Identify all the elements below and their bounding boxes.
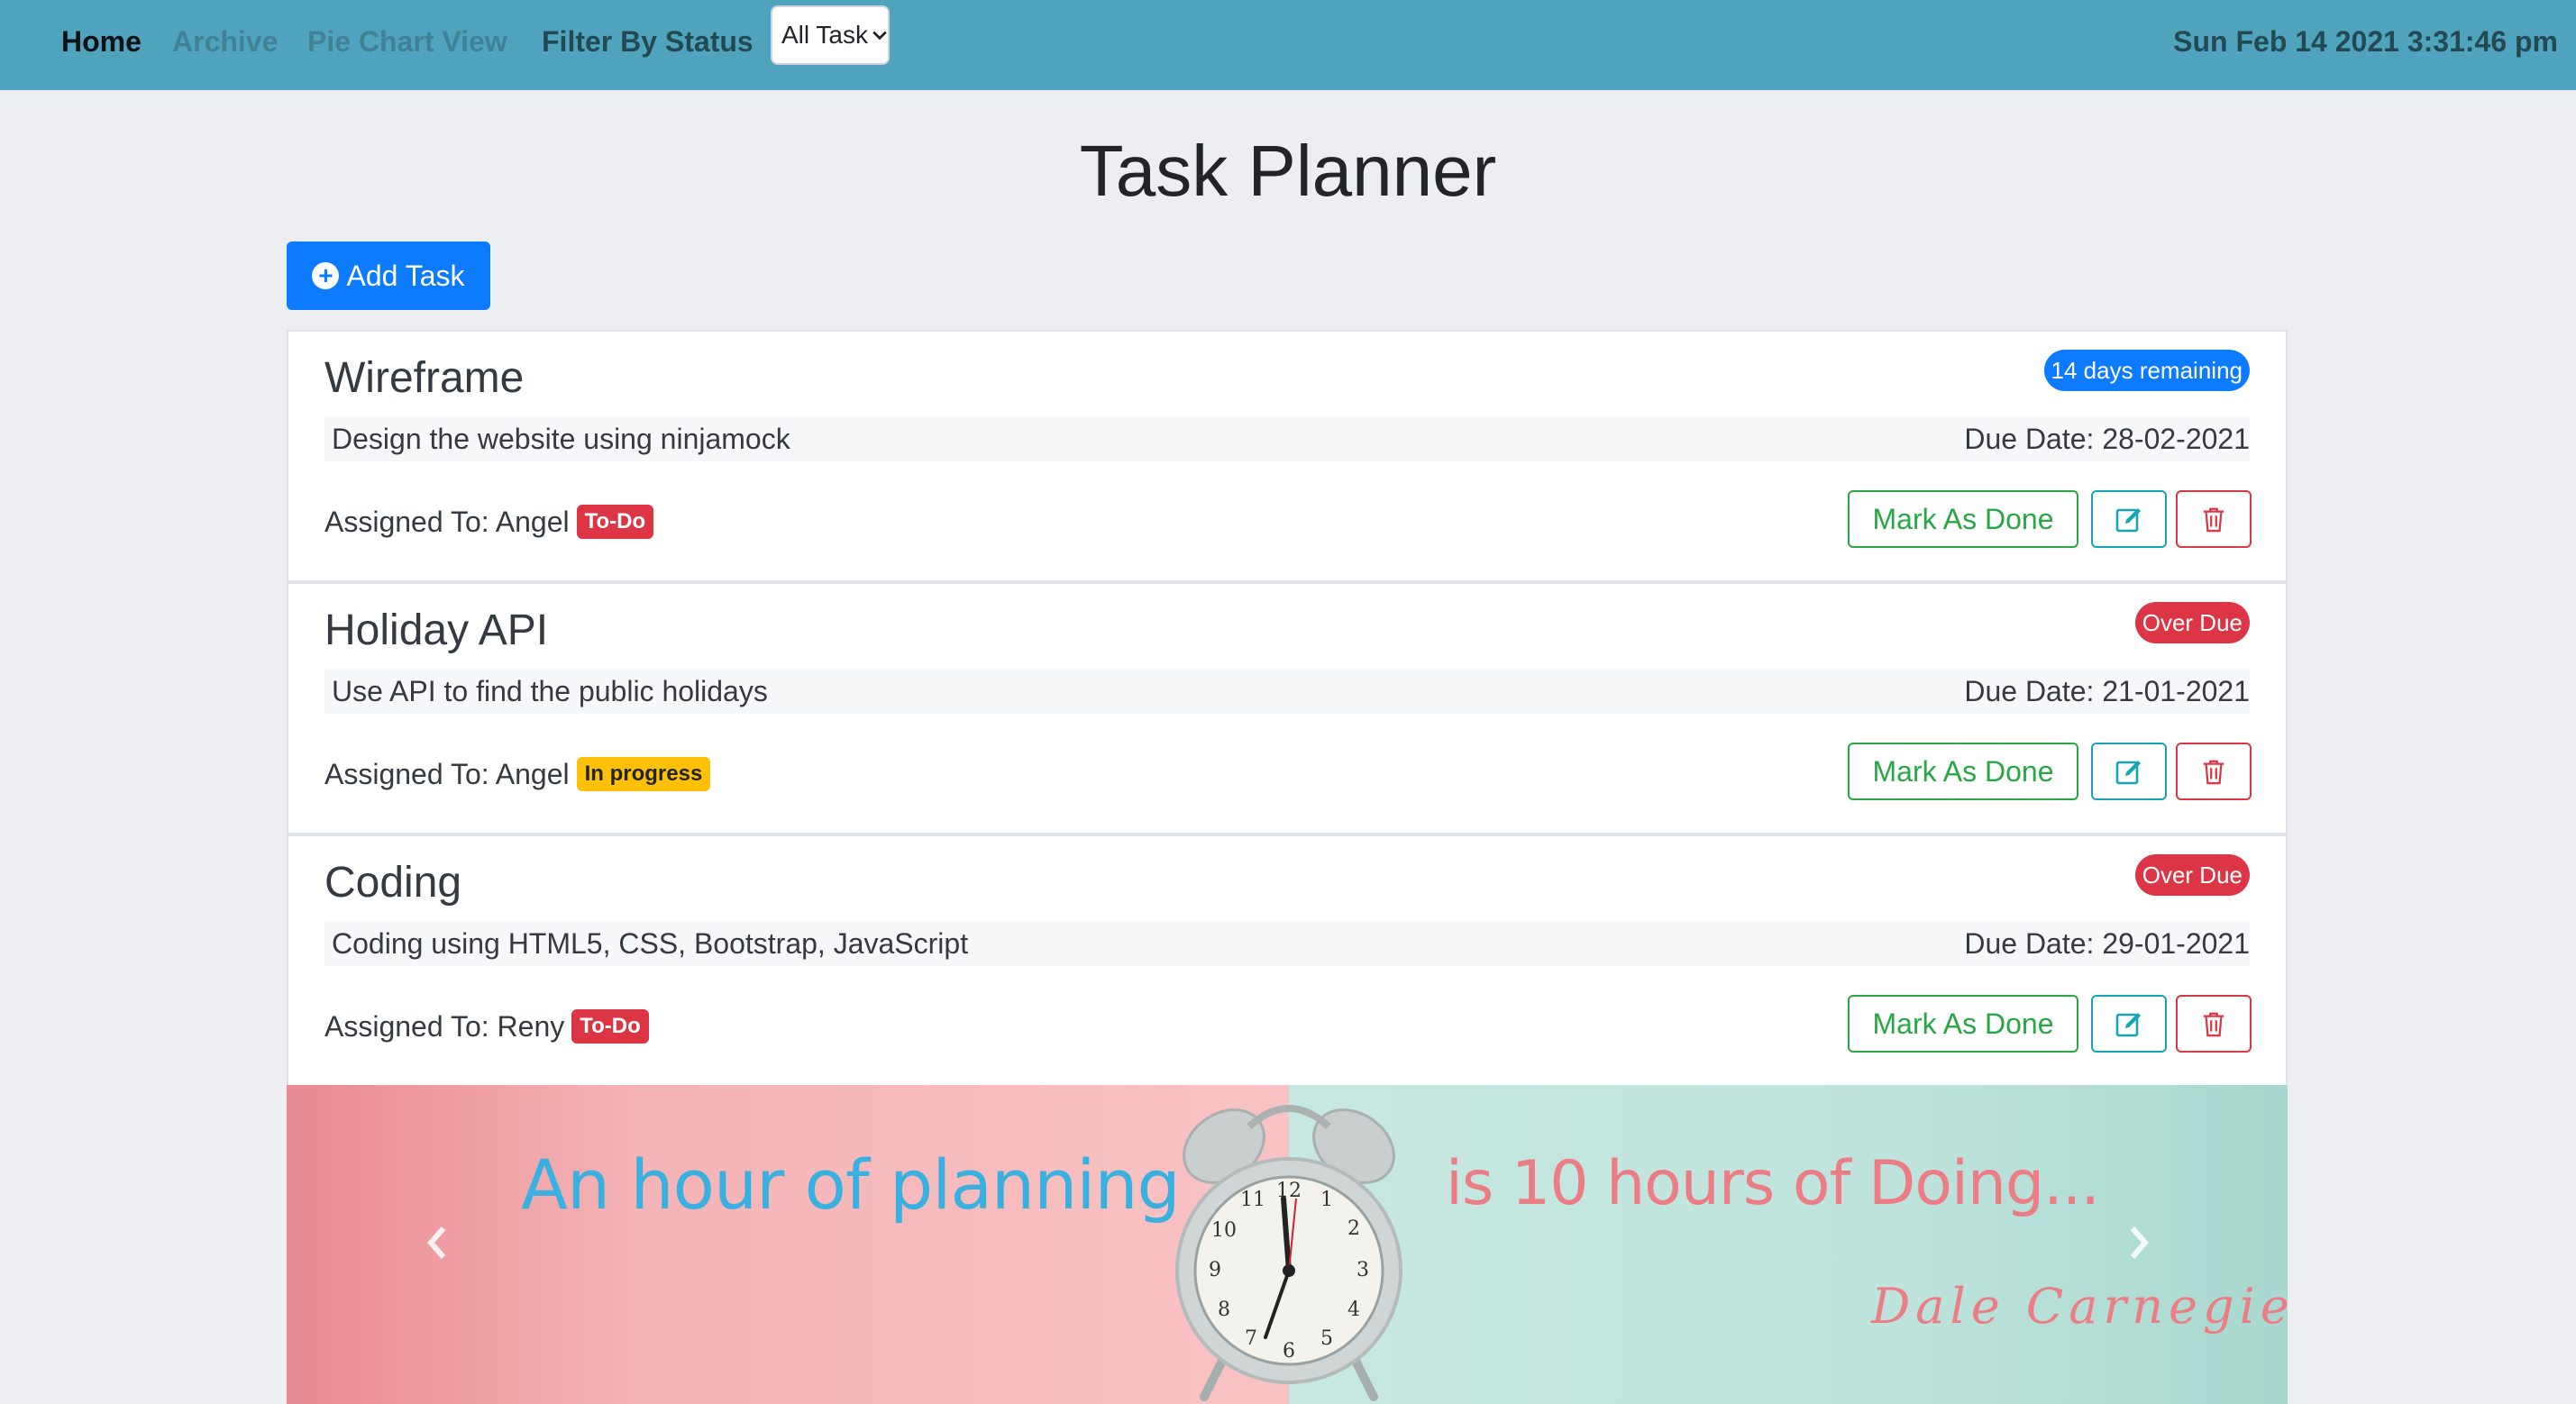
task-description-row: Coding using HTML5, CSS, Bootstrap, Java… <box>324 921 2250 966</box>
svg-text:2: 2 <box>1347 1217 1360 1240</box>
svg-text:1: 1 <box>1320 1189 1333 1211</box>
task-status-badge: To-Do <box>571 1009 649 1044</box>
chevron-left-icon <box>427 1226 446 1259</box>
task-title: Holiday API <box>324 606 549 654</box>
carousel-prev-button[interactable] <box>415 1220 460 1265</box>
svg-text:6: 6 <box>1283 1340 1295 1363</box>
task-due-date: Due Date: 29-01-2021 <box>1964 927 2250 960</box>
task-card: Wireframe 14 days remaining Design the w… <box>287 330 2288 582</box>
filter-by-status-label: Filter By Status <box>542 25 754 58</box>
add-task-button[interactable]: + Add Task <box>287 242 490 310</box>
task-title: Coding <box>324 859 462 907</box>
trash-icon <box>2203 507 2224 533</box>
days-remaining-badge: Over Due <box>2134 854 2250 896</box>
task-due-date: Due Date: 21-01-2021 <box>1964 675 2250 707</box>
plus-circle-icon: + <box>312 262 340 289</box>
top-navbar: Home Archive Pie Chart View Filter By St… <box>0 0 2576 90</box>
pencil-square-icon <box>2115 1013 2141 1037</box>
task-description-row: Design the website using ninjamock Due D… <box>324 416 2250 461</box>
trash-icon <box>2203 760 2224 785</box>
days-remaining-badge: Over Due <box>2134 602 2250 643</box>
task-due-date: Due Date: 28-02-2021 <box>1964 423 2250 455</box>
task-assignee: Assigned To: Angel <box>324 506 570 538</box>
nav-pie-chart-link[interactable]: Pie Chart View <box>307 23 507 59</box>
svg-text:12: 12 <box>1276 1180 1302 1202</box>
edit-task-button[interactable] <box>2091 743 2167 800</box>
quote-part-1: An hour of planning <box>521 1144 1181 1225</box>
chevron-down-icon <box>872 31 887 41</box>
pencil-square-icon <box>2115 761 2141 785</box>
svg-text:11: 11 <box>1240 1189 1265 1211</box>
mark-as-done-button[interactable]: Mark As Done <box>1848 743 2078 800</box>
edit-task-button[interactable] <box>2091 490 2167 548</box>
task-description: Design the website using ninjamock <box>332 423 790 455</box>
svg-text:3: 3 <box>1357 1259 1369 1281</box>
task-description: Coding using HTML5, CSS, Bootstrap, Java… <box>332 927 969 960</box>
task-status-badge: In progress <box>576 757 711 791</box>
quote-part-2: is 10 hours of Doing... <box>1446 1148 2100 1219</box>
carousel-next-button[interactable] <box>2116 1220 2161 1265</box>
svg-text:10: 10 <box>1211 1219 1237 1242</box>
task-assignee-row: Assigned To: Reny To-Do <box>324 1004 649 1049</box>
svg-text:9: 9 <box>1209 1259 1221 1281</box>
delete-task-button[interactable] <box>2176 743 2252 800</box>
delete-task-button[interactable] <box>2176 490 2252 548</box>
delete-task-button[interactable] <box>2176 995 2252 1053</box>
trash-icon <box>2203 1012 2224 1037</box>
quote-carousel: An hour of planning is 10 hours of Doing… <box>287 1085 2288 1404</box>
task-description-row: Use API to find the public holidays Due … <box>324 669 2250 714</box>
chevron-right-icon <box>2130 1226 2149 1259</box>
task-assignee: Assigned To: Angel <box>324 758 570 790</box>
svg-text:8: 8 <box>1218 1299 1230 1321</box>
mark-as-done-button[interactable]: Mark As Done <box>1848 995 2078 1053</box>
page-title: Task Planner <box>1079 131 1497 211</box>
current-datetime: Sun Feb 14 2021 3:31:46 pm <box>2173 25 2558 58</box>
nav-home-link[interactable]: Home <box>61 23 142 59</box>
svg-text:7: 7 <box>1245 1327 1257 1350</box>
task-card: Holiday API Over Due Use API to find the… <box>287 582 2288 834</box>
add-task-label: Add Task <box>346 259 465 292</box>
svg-text:5: 5 <box>1320 1327 1333 1350</box>
pencil-square-icon <box>2115 508 2141 533</box>
quote-author: Dale Carnegie <box>1871 1278 2288 1335</box>
task-assignee-row: Assigned To: Angel In progress <box>324 752 711 797</box>
task-status-badge: To-Do <box>576 505 654 539</box>
task-description: Use API to find the public holidays <box>332 675 768 707</box>
task-assignee: Assigned To: Reny <box>324 1010 565 1043</box>
days-remaining-badge: 14 days remaining <box>2043 350 2250 391</box>
status-filter-value: All Task <box>781 21 868 49</box>
task-assignee-row: Assigned To: Angel To-Do <box>324 499 654 544</box>
task-title: Wireframe <box>324 354 525 402</box>
edit-task-button[interactable] <box>2091 995 2167 1053</box>
mark-as-done-button[interactable]: Mark As Done <box>1848 490 2078 548</box>
status-filter-select[interactable]: All Task <box>771 5 890 65</box>
alarm-clock-icon: 12 1 2 3 4 5 6 7 8 9 10 11 <box>1175 1105 1402 1401</box>
svg-text:4: 4 <box>1347 1299 1360 1321</box>
task-card: Coding Over Due Coding using HTML5, CSS,… <box>287 834 2288 1087</box>
nav-archive-link[interactable]: Archive <box>172 23 278 59</box>
